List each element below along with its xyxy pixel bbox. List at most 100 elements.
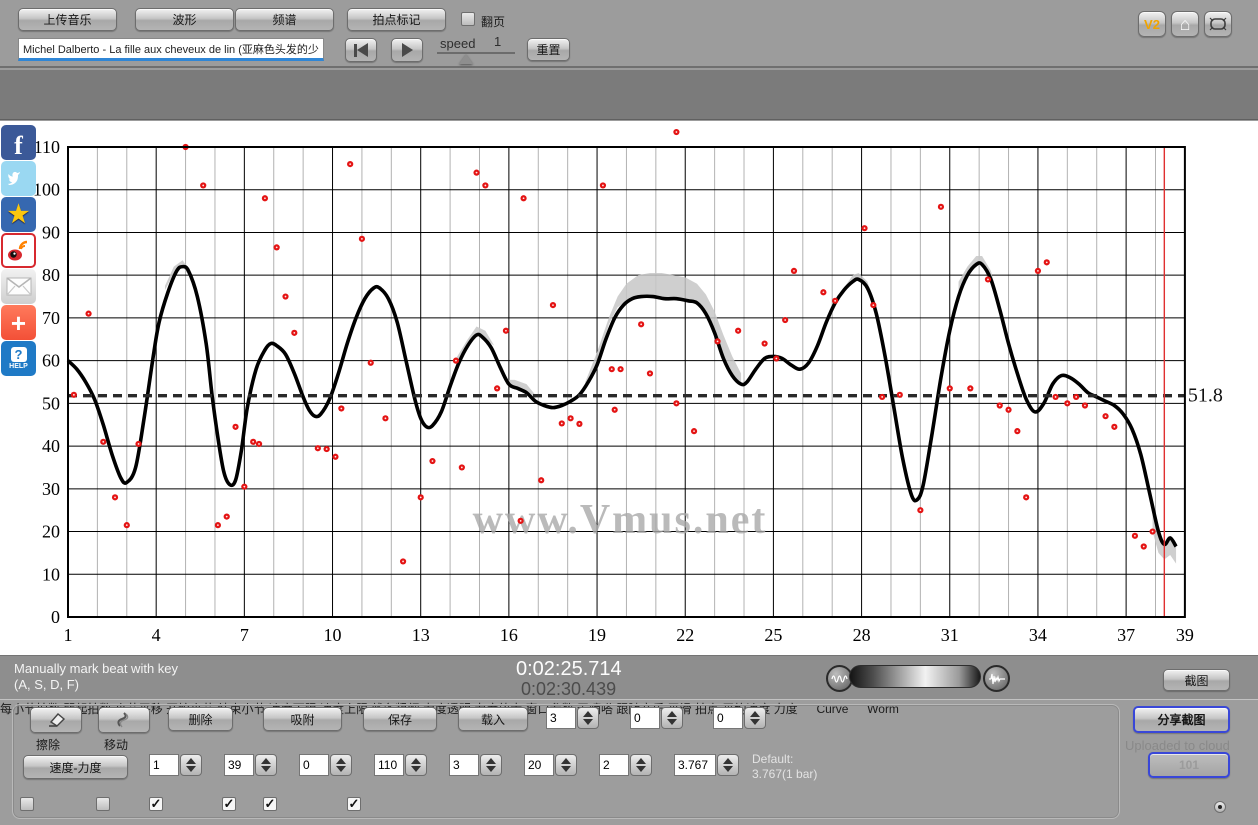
svg-text:39: 39 [1176, 625, 1194, 645]
svg-text:80: 80 [42, 265, 60, 285]
svg-text:50: 50 [42, 393, 60, 413]
line-width-input[interactable] [449, 754, 479, 776]
skip-back-button[interactable] [345, 38, 377, 62]
delete-button[interactable]: 删除 [168, 707, 233, 731]
svg-text:16: 16 [500, 625, 518, 645]
page-turn-checkbox[interactable] [461, 12, 475, 26]
status-bar: Manually mark beat with key (A, S, D, F)… [0, 655, 1258, 700]
save-button[interactable]: 保存 [363, 707, 437, 731]
beat-hint-text: Manually mark beat with key (A, S, D, F) [14, 661, 178, 693]
top-toolbar: 上传音乐 波形 频谱 拍点标记 翻页 speed 1 重置 V2 ⌂ [0, 0, 1258, 68]
help-icon[interactable]: ? HELP [1, 341, 36, 376]
average-tempo-checkbox[interactable] [263, 797, 277, 811]
svg-text:31: 31 [941, 625, 959, 645]
curve-radio[interactable] [1214, 801, 1226, 813]
song-title-input[interactable] [18, 38, 324, 61]
time-total: 0:02:30.439 [521, 679, 616, 700]
svg-text:110: 110 [34, 137, 60, 157]
spectrum-button[interactable]: 频谱 [235, 8, 334, 31]
waveform-overview-strip [0, 70, 1258, 120]
svg-text:1: 1 [64, 625, 73, 645]
tempo-max-stepper[interactable] [405, 754, 427, 776]
pickup-beats-input[interactable] [630, 707, 660, 729]
beats-per-bar-input[interactable] [546, 707, 576, 729]
svg-text:100: 100 [33, 180, 60, 200]
dynamics-checkbox[interactable] [347, 797, 361, 811]
speed-reset-button[interactable]: 重置 [527, 38, 570, 61]
no-tick-checkbox[interactable] [20, 797, 34, 811]
dynamics-scale-input[interactable] [599, 754, 629, 776]
speed-slider-track[interactable] [437, 52, 515, 54]
waveform-icon[interactable] [983, 665, 1010, 692]
svg-text:www.Vmus.net: www.Vmus.net [473, 497, 768, 543]
version-v2-button[interactable]: V2 [1138, 11, 1166, 37]
svg-text:90: 90 [42, 222, 60, 242]
eraser-icon [46, 712, 66, 728]
end-bar-stepper[interactable] [255, 754, 277, 776]
control-panel: 擦除 移动 删除 吸附 保存 载入 每小节拍数 弱起拍数 小节平移 速度-力度 … [0, 700, 1258, 825]
svg-text:70: 70 [42, 308, 60, 328]
tempo-chart[interactable]: www.Vmus.net51.8010203040506070809010011… [0, 121, 1258, 655]
mail-icon[interactable] [1, 269, 36, 304]
smooth-checkbox[interactable] [149, 797, 163, 811]
waveform-button[interactable]: 波形 [135, 8, 234, 31]
page-turn-label: 翻页 [481, 13, 505, 30]
load-button[interactable]: 载入 [458, 707, 528, 731]
start-bar-input[interactable] [149, 754, 179, 776]
line-width-stepper[interactable] [480, 754, 502, 776]
follow-music-checkbox[interactable] [96, 797, 110, 811]
upload-music-button[interactable]: 上传音乐 [18, 8, 117, 31]
share-screenshot-button[interactable]: 分享截图 [1133, 706, 1230, 733]
window-param-input[interactable] [674, 754, 716, 776]
svg-text:13: 13 [412, 625, 430, 645]
addthis-plus-icon[interactable]: + [1, 305, 36, 340]
svg-text:51.8: 51.8 [1188, 385, 1223, 407]
uploaded-to-cloud-text: Uploaded to cloud [1125, 738, 1230, 753]
move-tool-button[interactable] [98, 707, 150, 733]
bar-shift-stepper[interactable] [744, 707, 766, 729]
fullscreen-icon[interactable] [1204, 11, 1232, 37]
svg-text:25: 25 [764, 625, 782, 645]
tempo-min-stepper[interactable] [330, 754, 352, 776]
weibo-icon[interactable] [1, 233, 36, 268]
time-current: 0:02:25.714 [516, 658, 622, 681]
end-bar-input[interactable] [224, 754, 254, 776]
speed-label: speed [440, 36, 475, 51]
beat-dots-checkbox[interactable] [222, 797, 236, 811]
svg-text:19: 19 [588, 625, 606, 645]
vmus-app-window: 上传音乐 波形 频谱 拍点标记 翻页 speed 1 重置 V2 ⌂ [0, 0, 1258, 825]
twitter-icon[interactable] [1, 161, 36, 196]
start-bar-stepper[interactable] [180, 754, 202, 776]
tempo-dynamics-mode-button[interactable]: 速度-力度 [23, 755, 128, 779]
play-button[interactable] [391, 38, 423, 62]
facebook-icon[interactable]: f [1, 125, 36, 160]
move-icon [115, 711, 133, 729]
beat-mark-button[interactable]: 拍点标记 [347, 8, 446, 31]
dynamics-opacity-input[interactable] [524, 754, 554, 776]
beats-per-bar-stepper[interactable] [577, 707, 599, 729]
svg-text:28: 28 [853, 625, 871, 645]
svg-text:10: 10 [42, 564, 60, 584]
morph-slider[interactable] [849, 665, 981, 688]
speed-slider-handle[interactable] [459, 54, 473, 64]
svg-text:20: 20 [42, 522, 60, 542]
dynamics-opacity-stepper[interactable] [555, 754, 577, 776]
tempo-min-input[interactable] [299, 754, 329, 776]
svg-text:10: 10 [324, 625, 342, 645]
bar-shift-input[interactable] [713, 707, 743, 729]
play-icon [402, 43, 413, 57]
erase-tool-button[interactable] [30, 707, 82, 733]
svg-text:34: 34 [1029, 625, 1047, 645]
svg-text:37: 37 [1117, 625, 1135, 645]
pickup-beats-stepper[interactable] [661, 707, 683, 729]
tempo-max-input[interactable] [374, 754, 404, 776]
snap-button[interactable]: 吸附 [263, 707, 342, 731]
dynamics-scale-stepper[interactable] [630, 754, 652, 776]
qzone-star-icon[interactable]: ★ [1, 197, 36, 232]
screenshot-button[interactable]: 截图 [1163, 669, 1230, 691]
window-param-stepper[interactable] [717, 754, 739, 776]
home-icon[interactable]: ⌂ [1171, 11, 1199, 37]
window-param-default-note: Default: 3.767(1 bar) [752, 752, 817, 782]
share-code-button[interactable]: 101 [1148, 752, 1230, 778]
svg-text:60: 60 [42, 351, 60, 371]
